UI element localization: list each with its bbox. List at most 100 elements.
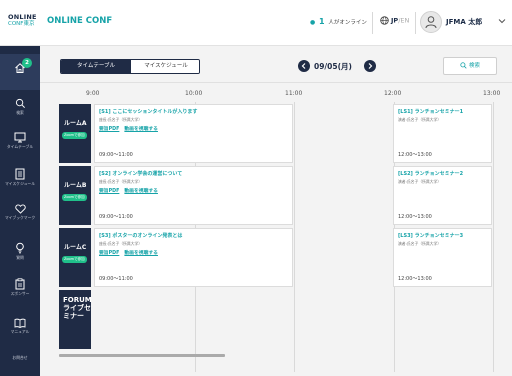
sidebar-label: 検索 [16,110,24,115]
sidebar-label: お問合せ [12,355,28,360]
session-speaker: 演者:氏名子（所属大学） [398,117,442,122]
forum-name: FORUM ライブセミナー [63,296,92,321]
view-tabs: タイムテーブル マイスケジュール [60,59,200,74]
session-time: 12:00～13:00 [398,276,432,282]
globe-icon [380,16,389,25]
session-card[interactable]: [S2] オンライン学会の運営について 座長:氏名子（所属大学） 要旨PDF 動画… [94,166,293,225]
tab-timetable[interactable]: タイムテーブル [61,60,131,73]
bulb-icon [16,242,24,254]
sidebar-item-manual[interactable]: マニュアル [0,318,40,335]
search-button-label: 検索 [468,63,480,69]
session-title[interactable]: [LS3] ランチョンセミナー3 [398,232,463,239]
session-title[interactable]: [S3] ポスターのオンライン発表とは [99,232,182,239]
zoom-join-button[interactable]: Zoomで参加 [62,256,87,263]
search-button[interactable]: 検索 [443,57,497,75]
session-card[interactable]: [S1] ここにセッションタイトルが入ります 座長:氏名子（所属大学） 要旨PD… [94,104,293,163]
time-label: 12:00 [384,90,402,97]
chevron-down-icon[interactable] [498,17,506,25]
clipboard-icon [15,278,25,290]
time-label: 11:00 [285,90,303,97]
session-speaker: 座長:氏名子（所属大学） [99,117,143,122]
watch-video-link[interactable]: 動画を視聴する [124,251,158,256]
zoom-join-button[interactable]: Zoomで参加 [62,132,87,139]
sidebar-item-contact[interactable]: お問合せ [0,354,40,361]
abstract-pdf-link[interactable]: 要旨PDF [99,189,119,194]
session-links: 要旨PDF 動画を視聴する [99,187,163,194]
session-title[interactable]: [S2] オンライン学会の運営について [99,170,182,177]
time-label: 9:00 [86,90,100,97]
sidebar-item-search[interactable]: 検索 [0,98,40,116]
site-logo[interactable]: ONLINE CONF東京 [8,14,40,27]
forum-room: FORUM ライブセミナー [59,290,92,349]
current-date: 09/05(月) [314,62,352,71]
notification-badge: 2 [22,58,32,68]
online-dot-icon: ● [310,19,316,26]
grid-line [294,102,295,372]
session-title[interactable]: [LS1] ランチョンセミナー1 [398,108,463,115]
session-links: 要旨PDF 動画を視聴する [99,249,163,256]
online-count: 1 [319,17,325,26]
horizontal-scrollbar[interactable] [59,354,225,357]
room-name: ルームA [64,120,87,127]
sidebar-item-question[interactable]: 質問 [0,242,40,261]
session-speaker: 座長:氏名子（所属大学） [99,179,143,184]
tab-my-schedule[interactable]: マイスケジュール [131,60,199,73]
search-icon [460,62,467,69]
session-card[interactable]: [LS3] ランチョンセミナー3 演者:氏名子（所属大学） 12:00～13:0… [393,228,492,287]
lang-en-option[interactable]: EN [400,17,409,25]
document-icon [15,168,25,180]
session-time: 12:00～13:00 [398,152,432,158]
room-a: ルームA Zoomで参加 [59,104,91,163]
sidebar-label: マイスケジュール [5,181,35,186]
header-divider [372,12,373,34]
online-label: 人がオンライン [328,20,367,26]
logo-bottom-text: CONF東京 [8,20,35,27]
sidebar-label: マニュアル [10,329,30,334]
logo-top-text: ONLINE [8,13,37,21]
zoom-join-button[interactable]: Zoomで参加 [62,194,87,201]
room-name: ルームC [64,244,87,251]
sidebar: 2 検索 タイムテーブル マイスケジュール マイブックマーク 質問 スポンサー … [0,46,40,376]
session-title[interactable]: [LS2] ランチョンセミナー2 [398,170,463,177]
chevron-right-icon [368,63,373,69]
room-c: ルームC Zoomで参加 [59,228,91,287]
next-date-button[interactable] [364,60,376,72]
user-name: JFMA 太郎 [446,18,483,26]
main-divider [40,82,512,83]
sidebar-label: タイムテーブル [6,144,34,149]
sidebar-item-home[interactable]: 2 [0,54,40,90]
abstract-pdf-link[interactable]: 要旨PDF [99,127,119,132]
room-name: ルームB [64,182,87,189]
conference-name[interactable]: ONLINE CONF [47,16,112,26]
session-time: 12:00～13:00 [398,214,432,220]
sidebar-label: 質問 [16,255,24,260]
session-card[interactable]: [S3] ポスターのオンライン発表とは 座長:氏名子（所属大学） 要旨PDF 動画… [94,228,293,287]
chevron-left-icon [301,63,306,69]
room-b: ルームB Zoomで参加 [59,166,91,225]
time-label: 10:00 [185,90,203,97]
session-speaker: 演者:氏名子（所属大学） [398,179,442,184]
watch-video-link[interactable]: 動画を視聴する [124,189,158,194]
session-title[interactable]: [S1] ここにセッションタイトルが入ります [99,108,197,115]
sidebar-label: スポンサー [10,291,30,296]
book-icon [14,318,26,328]
session-time: 09:00～11:00 [99,152,133,158]
sidebar-item-my-schedule[interactable]: マイスケジュール [0,168,40,187]
user-icon [425,16,437,29]
language-switcher[interactable]: JP/EN [380,16,409,25]
session-card[interactable]: [LS1] ランチョンセミナー1 演者:氏名子（所属大学） 12:00～13:0… [393,104,492,163]
prev-date-button[interactable] [298,60,310,72]
search-icon [15,98,25,108]
sidebar-item-timetable[interactable]: タイムテーブル [0,132,40,150]
heart-icon [14,204,26,214]
avatar[interactable] [420,11,442,33]
monitor-icon [14,132,26,143]
grid-line [493,102,494,372]
session-speaker: 座長:氏名子（所属大学） [99,241,143,246]
session-time: 09:00～11:00 [99,214,133,220]
watch-video-link[interactable]: 動画を視聴する [124,127,158,132]
sidebar-item-sponsor[interactable]: スポンサー [0,278,40,297]
sidebar-item-bookmark[interactable]: マイブックマーク [0,204,40,221]
session-card[interactable]: [LS2] ランチョンセミナー2 演者:氏名子（所属大学） 12:00～13:0… [393,166,492,225]
abstract-pdf-link[interactable]: 要旨PDF [99,251,119,256]
